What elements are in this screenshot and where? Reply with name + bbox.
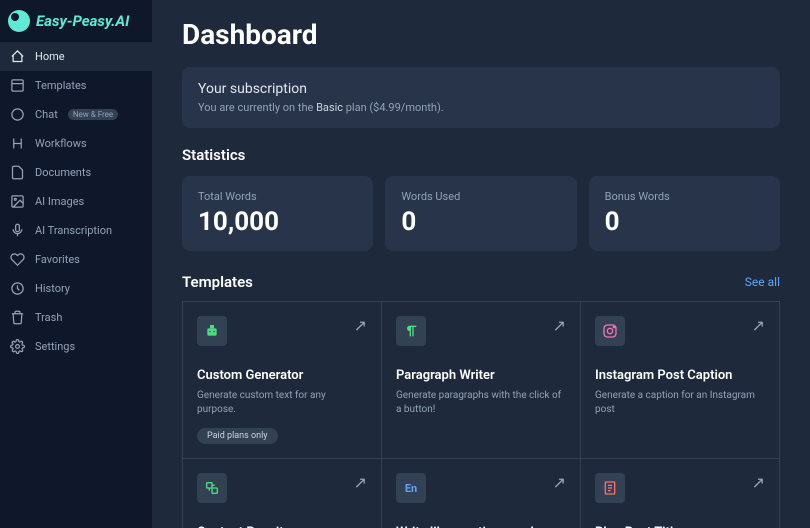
images-icon — [10, 194, 25, 209]
template-card-blog-post-title[interactable]: ↗ Blog Post Title Generate catchy titles… — [581, 459, 780, 528]
nav-item-documents[interactable]: Documents — [0, 158, 152, 187]
template-title: Custom Generator — [197, 368, 367, 383]
nav-item-trash[interactable]: Trash — [0, 303, 152, 332]
blog-icon — [595, 473, 625, 503]
sidebar: Easy-Peasy.AI Home Templates Chat New & … — [0, 0, 152, 528]
templates-grid: ↗ Custom Generator Generate custom text … — [182, 301, 780, 528]
template-title: Paragraph Writer — [396, 368, 566, 383]
stat-card-total-words: Total Words 10,000 — [182, 176, 373, 251]
template-card-content-rewriter[interactable]: ↗ Content Rewriter Make your content shi… — [183, 459, 382, 528]
template-card-native-speaker[interactable]: En ↗ Write like a native speaker Clear, … — [382, 459, 581, 528]
trash-icon — [10, 310, 25, 325]
home-icon — [10, 49, 25, 64]
stat-value: 0 — [401, 207, 560, 237]
arrow-icon[interactable]: ↗ — [354, 316, 367, 335]
nav-item-history[interactable]: History — [0, 274, 152, 303]
logo[interactable]: Easy-Peasy.AI — [0, 0, 152, 42]
template-desc: Generate a caption for an Instagram post — [595, 389, 765, 417]
see-all-link[interactable]: See all — [745, 275, 780, 289]
logo-text: Easy-Peasy.AI — [36, 12, 129, 30]
en-icon: En — [396, 473, 426, 503]
nav-label: History — [35, 282, 70, 295]
page-title: Dashboard — [182, 18, 780, 51]
nav-label: Trash — [35, 311, 62, 324]
logo-icon — [8, 10, 30, 32]
nav-item-chat[interactable]: Chat New & Free — [0, 100, 152, 129]
template-card-custom-generator[interactable]: ↗ Custom Generator Generate custom text … — [183, 302, 382, 459]
subscription-card: Your subscription You are currently on t… — [182, 67, 780, 128]
arrow-icon[interactable]: ↗ — [354, 473, 367, 492]
chat-icon — [10, 107, 25, 122]
nav: Home Templates Chat New & Free Workflows… — [0, 42, 152, 361]
settings-icon — [10, 339, 25, 354]
transcription-icon — [10, 223, 25, 238]
templates-header: Templates See all — [182, 273, 780, 291]
nav-item-templates[interactable]: Templates — [0, 71, 152, 100]
workflows-icon — [10, 136, 25, 151]
nav-item-home[interactable]: Home — [0, 42, 152, 71]
stat-value: 10,000 — [198, 207, 357, 237]
arrow-icon[interactable]: ↗ — [752, 473, 765, 492]
nav-item-settings[interactable]: Settings — [0, 332, 152, 361]
robot-icon — [197, 316, 227, 346]
rewriter-icon — [197, 473, 227, 503]
stat-label: Words Used — [401, 190, 560, 203]
template-card-paragraph-writer[interactable]: ↗ Paragraph Writer Generate paragraphs w… — [382, 302, 581, 459]
main-content: Dashboard Your subscription You are curr… — [152, 0, 810, 528]
nav-item-ai-transcription[interactable]: AI Transcription — [0, 216, 152, 245]
nav-badge: New & Free — [68, 109, 118, 120]
nav-item-favorites[interactable]: Favorites — [0, 245, 152, 274]
stat-card-bonus-words: Bonus Words 0 — [589, 176, 780, 251]
arrow-icon[interactable]: ↗ — [553, 316, 566, 335]
nav-label: Settings — [35, 340, 75, 353]
nav-label: Documents — [35, 166, 91, 179]
templates-icon — [10, 78, 25, 93]
nav-label: Home — [35, 50, 65, 63]
favorites-icon — [10, 252, 25, 267]
stat-label: Bonus Words — [605, 190, 764, 203]
template-card-instagram-caption[interactable]: ↗ Instagram Post Caption Generate a capt… — [581, 302, 780, 459]
template-desc: Generate custom text for any purpose. — [197, 389, 367, 417]
templates-title: Templates — [182, 273, 253, 291]
subscription-title: Your subscription — [198, 81, 764, 97]
statistics-title: Statistics — [182, 146, 780, 164]
stat-card-words-used: Words Used 0 — [385, 176, 576, 251]
subscription-desc: You are currently on the Basic plan ($4.… — [198, 101, 764, 114]
paid-badge: Paid plans only — [197, 428, 278, 444]
nav-label: AI Images — [35, 195, 84, 208]
instagram-icon — [595, 316, 625, 346]
paragraph-icon — [396, 316, 426, 346]
nav-label: Chat — [35, 108, 58, 121]
documents-icon — [10, 165, 25, 180]
stat-value: 0 — [605, 207, 764, 237]
stat-label: Total Words — [198, 190, 357, 203]
template-desc: Generate paragraphs with the click of a … — [396, 389, 566, 417]
statistics-row: Total Words 10,000 Words Used 0 Bonus Wo… — [182, 176, 780, 251]
nav-label: Favorites — [35, 253, 80, 266]
template-title: Instagram Post Caption — [595, 368, 765, 383]
nav-label: Templates — [35, 79, 86, 92]
arrow-icon[interactable]: ↗ — [553, 473, 566, 492]
nav-item-ai-images[interactable]: AI Images — [0, 187, 152, 216]
nav-label: Workflows — [35, 137, 87, 150]
history-icon — [10, 281, 25, 296]
nav-label: AI Transcription — [35, 224, 112, 237]
arrow-icon[interactable]: ↗ — [752, 316, 765, 335]
nav-item-workflows[interactable]: Workflows — [0, 129, 152, 158]
